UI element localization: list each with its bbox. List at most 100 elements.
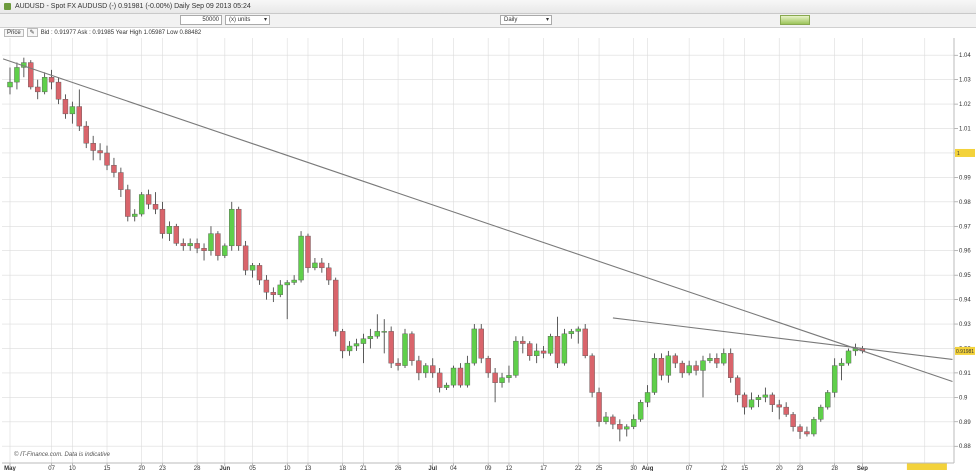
candle-up bbox=[471, 328, 478, 364]
candle-up bbox=[547, 336, 554, 354]
candle-down bbox=[617, 424, 623, 430]
x-tick-label: 22 bbox=[575, 466, 582, 471]
candle-down bbox=[145, 194, 152, 205]
candle-up bbox=[825, 392, 831, 408]
candle-down bbox=[35, 86, 41, 93]
candle-down bbox=[333, 279, 339, 332]
candle-down bbox=[62, 99, 69, 115]
candle-up bbox=[298, 235, 304, 281]
y-tick-label: 0.95 bbox=[959, 273, 971, 279]
candle-up bbox=[721, 353, 727, 364]
x-tick-label: 20 bbox=[776, 466, 783, 471]
candle-up bbox=[637, 402, 644, 420]
candle-down bbox=[728, 353, 734, 378]
y-tick-label: 0.93 bbox=[959, 322, 971, 328]
x-tick-label: Jul bbox=[428, 466, 437, 471]
candle-down bbox=[596, 392, 602, 422]
x-tick-label: 09 bbox=[485, 466, 492, 471]
candle-up bbox=[499, 377, 505, 383]
candle-up bbox=[423, 365, 429, 374]
candle-up bbox=[644, 392, 651, 403]
candle-down bbox=[118, 172, 124, 190]
candle-down bbox=[540, 350, 547, 354]
candle-up bbox=[353, 343, 360, 347]
x-tick-label: 30 bbox=[630, 466, 637, 471]
candle-up bbox=[561, 333, 568, 364]
candle-down bbox=[554, 336, 561, 364]
candle-up bbox=[568, 331, 575, 335]
candle-down bbox=[90, 142, 96, 151]
candle-up bbox=[700, 360, 706, 371]
candle-up bbox=[443, 384, 450, 388]
candle-down bbox=[48, 77, 55, 83]
candle-up bbox=[631, 419, 637, 427]
x-tick-label: 21 bbox=[360, 466, 367, 471]
candle-up bbox=[291, 279, 297, 283]
candle-down bbox=[97, 150, 103, 154]
candle-up bbox=[838, 362, 845, 366]
candle-down bbox=[125, 189, 131, 217]
candle-down bbox=[76, 106, 83, 127]
level-tag-label: 1 bbox=[957, 151, 960, 157]
candle-down bbox=[776, 404, 782, 408]
date-cursor-tag bbox=[906, 463, 947, 470]
x-tick-label: 18 bbox=[339, 466, 346, 471]
candle-up bbox=[811, 419, 817, 435]
candle-down bbox=[256, 265, 263, 281]
candle-down bbox=[436, 372, 443, 388]
y-tick-label: 1.04 bbox=[959, 53, 971, 59]
candle-down bbox=[305, 235, 311, 269]
candle-down bbox=[242, 245, 249, 271]
candle-up bbox=[367, 336, 374, 339]
candle-up bbox=[464, 362, 471, 386]
y-tick-label: 0.96 bbox=[959, 249, 971, 255]
candle-up bbox=[41, 77, 48, 93]
candle-up bbox=[249, 265, 256, 271]
candle-up bbox=[229, 208, 235, 247]
candle-down bbox=[180, 243, 186, 247]
candle-up bbox=[506, 375, 512, 378]
candle-up bbox=[603, 416, 609, 422]
candle-down bbox=[409, 333, 415, 361]
y-tick-label: 0.88 bbox=[959, 444, 971, 450]
x-tick-label: 10 bbox=[69, 466, 76, 471]
candle-up bbox=[831, 365, 838, 393]
candle-down bbox=[589, 355, 595, 393]
candle-down bbox=[263, 279, 270, 293]
candle-down bbox=[388, 331, 394, 364]
candle-down bbox=[693, 365, 699, 371]
x-tick-label: 04 bbox=[450, 466, 457, 471]
candle-up bbox=[533, 350, 540, 357]
candle-up bbox=[7, 81, 13, 88]
candle-down bbox=[152, 204, 159, 210]
x-tick-label: 07 bbox=[48, 466, 55, 471]
candle-down bbox=[485, 358, 491, 374]
candle-down bbox=[159, 208, 166, 234]
candle-down bbox=[492, 372, 498, 383]
y-tick-label: 0.97 bbox=[959, 224, 971, 230]
y-tick-label: 1.03 bbox=[959, 78, 971, 84]
y-tick-label: 1.02 bbox=[959, 102, 971, 108]
candle-up bbox=[624, 426, 630, 430]
candle-down bbox=[527, 343, 533, 357]
candle-up bbox=[346, 345, 353, 352]
candle-up bbox=[277, 284, 283, 295]
candle-down bbox=[679, 362, 685, 374]
x-tick-label: 28 bbox=[831, 466, 838, 471]
x-tick-label: 23 bbox=[159, 466, 166, 471]
candle-down bbox=[194, 243, 200, 249]
x-tick-label: Jun bbox=[219, 466, 230, 471]
candle-down bbox=[270, 292, 277, 295]
candle-down bbox=[104, 152, 110, 166]
candlestick-chart[interactable]: May 07 10 15 20 23 28 Jun 05 10 13 18 21 26 Jul 04 09 12 1… bbox=[0, 0, 976, 471]
candle-up bbox=[845, 350, 852, 364]
candle-up bbox=[575, 328, 581, 332]
candle-down bbox=[769, 394, 775, 405]
candle-up bbox=[312, 262, 318, 269]
candle-up bbox=[651, 358, 658, 393]
candle-up bbox=[755, 397, 762, 400]
candle-up bbox=[402, 333, 408, 366]
candle-down bbox=[111, 164, 117, 173]
candle-down bbox=[734, 377, 741, 396]
candle-up bbox=[665, 355, 672, 376]
